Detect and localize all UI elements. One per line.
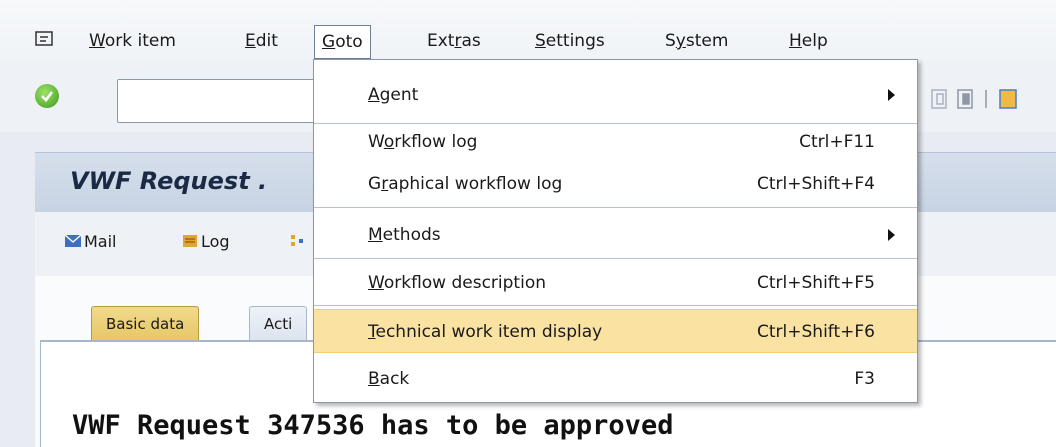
log-button[interactable]: Log	[181, 232, 230, 251]
menu-goto[interactable]: Goto	[314, 25, 371, 59]
command-field[interactable]	[117, 79, 337, 123]
menu-separator	[314, 207, 917, 208]
mail-button[interactable]: Mail	[64, 232, 117, 251]
menu-system[interactable]: System	[665, 31, 728, 51]
layout-icon	[999, 89, 1017, 109]
menu-item-graphical-workflow-log[interactable]: Graphical workflow log Ctrl+Shift+F4	[314, 163, 917, 203]
menu-icon[interactable]	[35, 31, 53, 47]
menu-item-methods[interactable]: Methods	[314, 214, 917, 254]
menu-item-agent[interactable]: Agent	[314, 74, 917, 114]
menu-help[interactable]: Help	[789, 31, 828, 51]
enter-check-icon[interactable]	[35, 84, 59, 108]
toolbar-page-icons[interactable]	[928, 86, 1056, 112]
mail-icon	[64, 234, 82, 247]
menu-item-technical-work-item-display[interactable]: Technical work item display Ctrl+Shift+F…	[314, 309, 917, 353]
structure-button[interactable]	[289, 232, 309, 251]
log-icon	[183, 235, 197, 247]
tab-acti[interactable]: Acti	[249, 306, 308, 340]
menu-item-back[interactable]: Back F3	[314, 358, 917, 398]
prev-page-icon	[931, 89, 947, 109]
submenu-arrow-icon	[888, 229, 895, 241]
page-title: VWF Request .	[70, 167, 268, 195]
menu-item-workflow-log[interactable]: Workflow log Ctrl+F11	[314, 121, 917, 161]
tab-basic-data[interactable]: Basic data	[91, 306, 200, 340]
structure-icon	[291, 235, 303, 246]
menu-work-item[interactable]: Work item	[89, 31, 176, 51]
work-item-text: VWF Request 347536 has to be approved	[72, 410, 674, 441]
menu-separator	[314, 258, 917, 259]
menu-item-workflow-description[interactable]: Workflow description Ctrl+Shift+F5	[314, 262, 917, 302]
menu-extras[interactable]: Extras	[427, 31, 481, 51]
menu-settings[interactable]: Settings	[535, 31, 605, 51]
submenu-arrow-icon	[888, 89, 895, 101]
menu-edit[interactable]: Edit	[245, 31, 278, 51]
goto-dropdown-menu: Agent Workflow log Ctrl+F11 Graphical wo…	[313, 59, 918, 403]
menu-separator	[314, 305, 917, 306]
next-page-icon	[957, 89, 973, 109]
